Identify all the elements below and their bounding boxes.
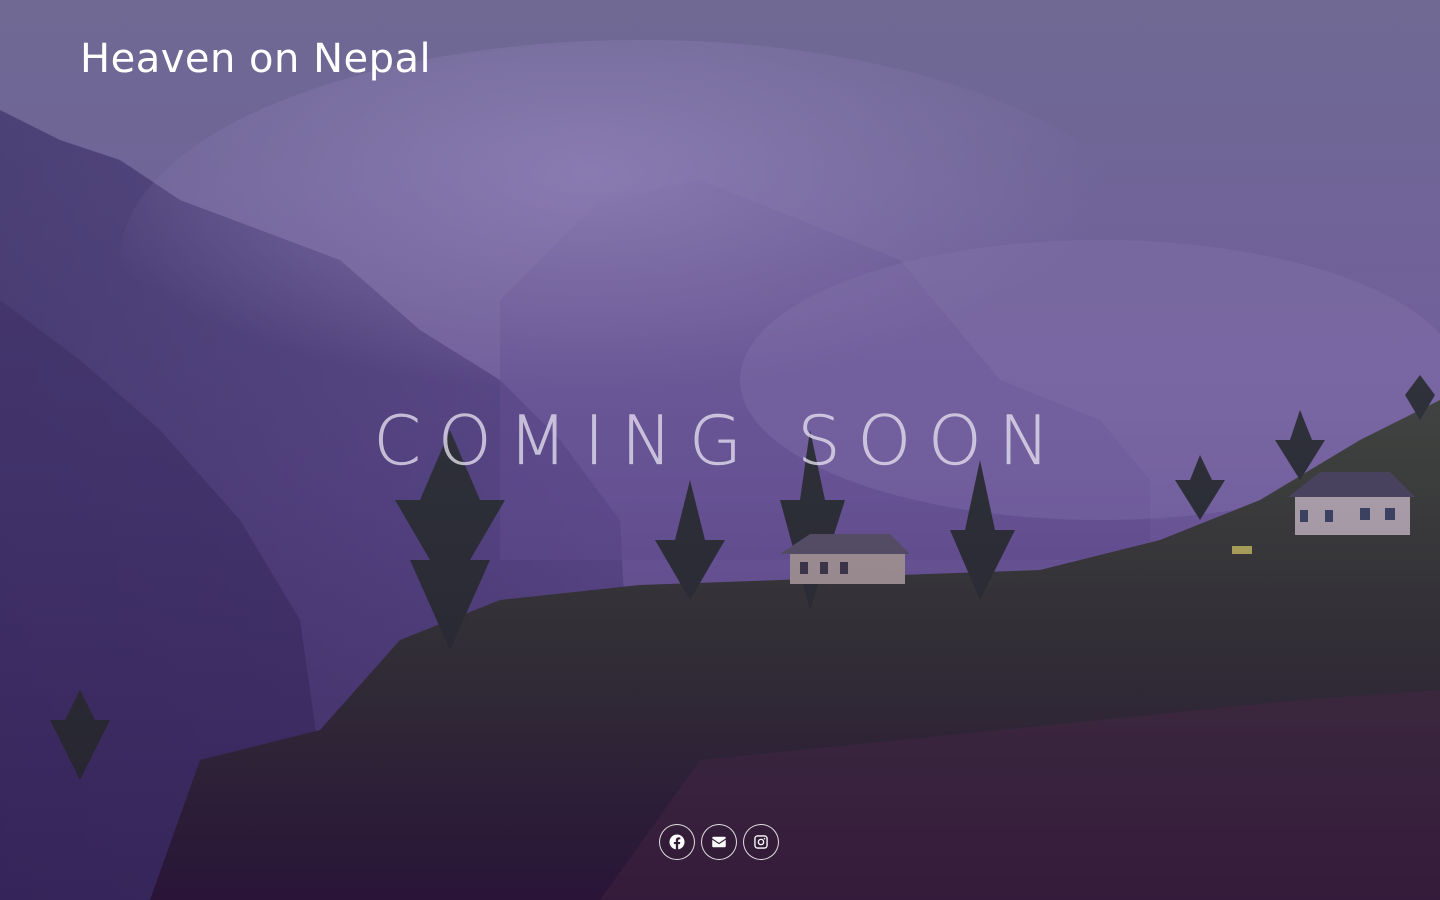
site-title[interactable]: Heaven on Nepal: [80, 36, 431, 82]
coming-soon-headline: COMING SOON: [373, 402, 1067, 482]
facebook-button[interactable]: [659, 824, 695, 860]
instagram-icon: [754, 835, 768, 849]
instagram-button[interactable]: [743, 824, 779, 860]
envelope-icon: [712, 836, 726, 848]
email-button[interactable]: [701, 824, 737, 860]
facebook-icon: [669, 834, 685, 850]
social-links: [659, 824, 779, 860]
